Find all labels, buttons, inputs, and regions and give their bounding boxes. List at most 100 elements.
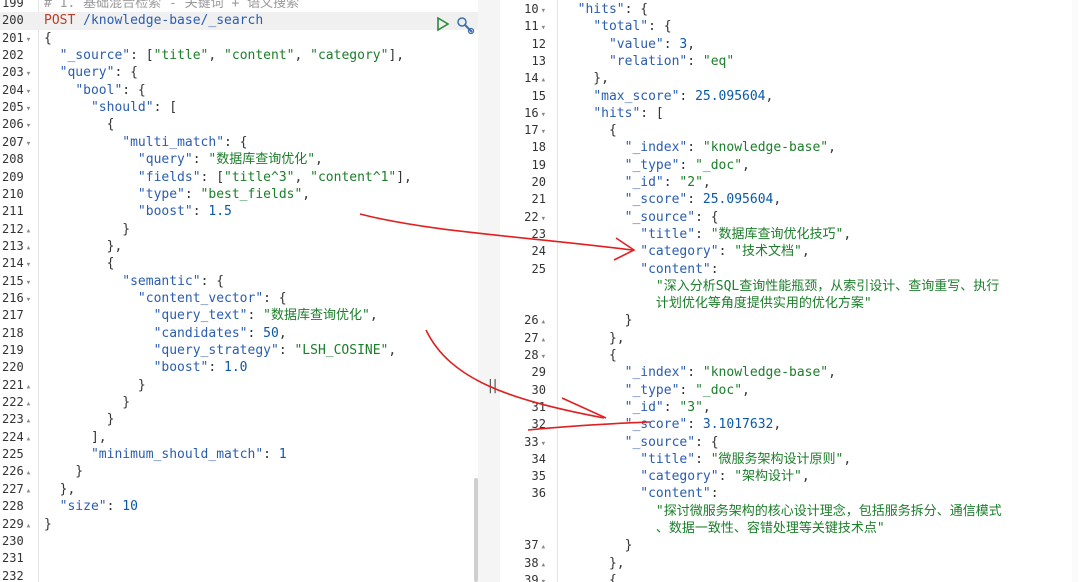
code-line[interactable]: 22 ▾ "_source": { — [500, 209, 1080, 226]
code-line[interactable]: 203 ▾ "query": { — [0, 64, 478, 81]
fold-open-icon[interactable]: ▾ — [26, 104, 31, 114]
code-line[interactable]: 33 ▾ "_source": { — [500, 434, 1080, 451]
code-line[interactable]: 205 ▾ "should": [ — [0, 99, 478, 116]
fold-close-icon[interactable]: ▴ — [541, 335, 546, 345]
code-line[interactable]: 35 "category": "架构设计", — [500, 468, 1080, 485]
fold-open-icon[interactable]: ▾ — [26, 69, 31, 79]
code-line[interactable]: 14 ▴ }, — [500, 70, 1080, 87]
fold-open-icon[interactable]: ▾ — [26, 295, 31, 305]
code-line[interactable]: 202 "_source": ["title", "content", "cat… — [0, 47, 478, 64]
code-line[interactable]: 38 ▴ }, — [500, 555, 1080, 572]
code-line[interactable]: 207 ▾ "multi_match": { — [0, 134, 478, 151]
code-line[interactable]: 200 POST /knowledge-base/_search — [0, 12, 478, 30]
code-line[interactable]: 230 — [0, 533, 478, 550]
play-icon[interactable] — [436, 16, 450, 32]
code-line[interactable]: 206 ▾ { — [0, 116, 478, 133]
code-line[interactable]: 29 "_index": "knowledge-base", — [500, 364, 1080, 381]
code-line[interactable]: 19 "_type": "_doc", — [500, 157, 1080, 174]
code-line[interactable]: 212 ▴ } — [0, 221, 478, 238]
code-line[interactable]: 18 "_index": "knowledge-base", — [500, 139, 1080, 156]
code-line[interactable]: 199 # 1. 基础混合检索 - 关键词 + 语义搜索 — [0, 0, 478, 12]
code-line[interactable]: 15 "max_score": 25.095604, — [500, 88, 1080, 105]
wrench-icon[interactable] — [456, 16, 476, 34]
code-line[interactable]: 25 "content": — [500, 261, 1080, 278]
code-line[interactable]: 224 ▴ ], — [0, 429, 478, 446]
fold-close-icon[interactable]: ▴ — [541, 560, 546, 570]
code-line[interactable]: "探讨微服务架构的核心设计理念，包括服务拆分、通信模式 — [500, 503, 1080, 520]
code-line[interactable]: 17 ▾ { — [500, 122, 1080, 139]
fold-close-icon[interactable]: ▴ — [26, 468, 31, 478]
code-line[interactable]: 39 ▾ { — [500, 572, 1080, 582]
response-viewer[interactable]: 10 ▾ "hits": {11 ▾ "total": {12 "value": 3… — [500, 0, 1080, 582]
fold-open-icon[interactable]: ▾ — [541, 352, 546, 362]
fold-open-icon[interactable]: ▾ — [26, 35, 31, 45]
pane-divider[interactable] — [478, 0, 500, 582]
code-line[interactable]: 228 "size": 10 — [0, 498, 478, 515]
code-line[interactable]: 23 "title": "数据库查询优化技巧", — [500, 226, 1080, 243]
code-line[interactable]: 231 — [0, 550, 478, 567]
fold-open-icon[interactable]: ▾ — [541, 577, 546, 582]
code-line[interactable]: 227 ▴ }, — [0, 481, 478, 498]
code-line[interactable]: 32 "_score": 3.1017632, — [500, 416, 1080, 433]
fold-close-icon[interactable]: ▴ — [26, 434, 31, 444]
code-line[interactable]: 209 "fields": ["title^3", "content^1"], — [0, 169, 478, 186]
code-line[interactable]: 214 ▾ { — [0, 255, 478, 272]
fold-close-icon[interactable]: ▴ — [541, 317, 546, 327]
fold-close-icon[interactable]: ▴ — [26, 521, 31, 531]
code-line[interactable]: 220 "boost": 1.0 — [0, 359, 478, 376]
code-line[interactable]: 20 "_id": "2", — [500, 174, 1080, 191]
code-line[interactable]: 26 ▴ } — [500, 312, 1080, 329]
code-line[interactable]: 37 ▴ } — [500, 537, 1080, 554]
fold-open-icon[interactable]: ▾ — [541, 127, 546, 137]
fold-open-icon[interactable]: ▾ — [26, 121, 31, 131]
request-editor[interactable]: 199 # 1. 基础混合检索 - 关键词 + 语义搜索 200 POST /know… — [0, 0, 478, 582]
code-line[interactable]: 218 "candidates": 50, — [0, 325, 478, 342]
fold-open-icon[interactable]: ▾ — [541, 23, 546, 33]
code-line[interactable]: 10 ▾ "hits": { — [500, 1, 1080, 18]
code-line[interactable]: 216 ▾ "content_vector": { — [0, 290, 478, 307]
code-line[interactable]: 225 "minimum_should_match": 1 — [0, 446, 478, 463]
divider-handle[interactable]: || — [488, 378, 497, 394]
fold-close-icon[interactable]: ▴ — [26, 399, 31, 409]
code-line[interactable]: 223 ▴ } — [0, 411, 478, 428]
code-line[interactable]: 210 "type": "best_fields", — [0, 186, 478, 203]
code-line[interactable]: 13 "relation": "eq" — [500, 53, 1080, 70]
fold-open-icon[interactable]: ▾ — [541, 439, 546, 449]
code-line[interactable]: 221 ▴ } — [0, 377, 478, 394]
code-line[interactable]: 计划优化等角度提供实用的优化方案" — [500, 295, 1080, 312]
code-line[interactable]: 16 ▾ "hits": [ — [500, 105, 1080, 122]
code-line[interactable]: 222 ▴ } — [0, 394, 478, 411]
code-line[interactable]: 36 "content": — [500, 485, 1080, 502]
code-line[interactable]: 28 ▾ { — [500, 347, 1080, 364]
fold-close-icon[interactable]: ▴ — [26, 486, 31, 496]
code-line[interactable]: 、数据一致性、容错处理等关键技术点" — [500, 520, 1080, 537]
fold-close-icon[interactable]: ▴ — [26, 226, 31, 236]
fold-open-icon[interactable]: ▾ — [541, 214, 546, 224]
code-line[interactable]: 232 — [0, 568, 478, 582]
code-line[interactable]: 229 ▴} — [0, 516, 478, 533]
fold-open-icon[interactable]: ▾ — [541, 110, 546, 120]
code-line[interactable]: 217 "query_text": "数据库查询优化", — [0, 307, 478, 324]
fold-close-icon[interactable]: ▴ — [541, 542, 546, 552]
code-line[interactable]: 12 "value": 3, — [500, 36, 1080, 53]
fold-open-icon[interactable]: ▾ — [541, 6, 546, 16]
code-line[interactable]: 215 ▾ "semantic": { — [0, 273, 478, 290]
code-line[interactable]: 34 "title": "微服务架构设计原则", — [500, 451, 1080, 468]
code-line[interactable]: 27 ▴ }, — [500, 330, 1080, 347]
code-line[interactable]: 11 ▾ "total": { — [500, 18, 1080, 35]
fold-close-icon[interactable]: ▴ — [26, 382, 31, 392]
fold-open-icon[interactable]: ▾ — [26, 87, 31, 97]
code-line[interactable]: 213 ▴ }, — [0, 238, 478, 255]
fold-close-icon[interactable]: ▴ — [541, 75, 546, 85]
fold-open-icon[interactable]: ▾ — [26, 260, 31, 270]
fold-open-icon[interactable]: ▾ — [26, 139, 31, 149]
code-line[interactable]: 226 ▴ } — [0, 463, 478, 480]
code-line[interactable]: "深入分析SQL查询性能瓶颈，从索引设计、查询重写、执行 — [500, 278, 1080, 295]
fold-close-icon[interactable]: ▴ — [26, 243, 31, 253]
fold-close-icon[interactable]: ▴ — [26, 416, 31, 426]
code-line[interactable]: 204 ▾ "bool": { — [0, 82, 478, 99]
fold-open-icon[interactable]: ▾ — [26, 278, 31, 288]
code-line[interactable]: 30 "_type": "_doc", — [500, 382, 1080, 399]
code-line[interactable]: 24 "category": "技术文档", — [500, 243, 1080, 260]
scrollbar[interactable] — [1072, 0, 1078, 582]
